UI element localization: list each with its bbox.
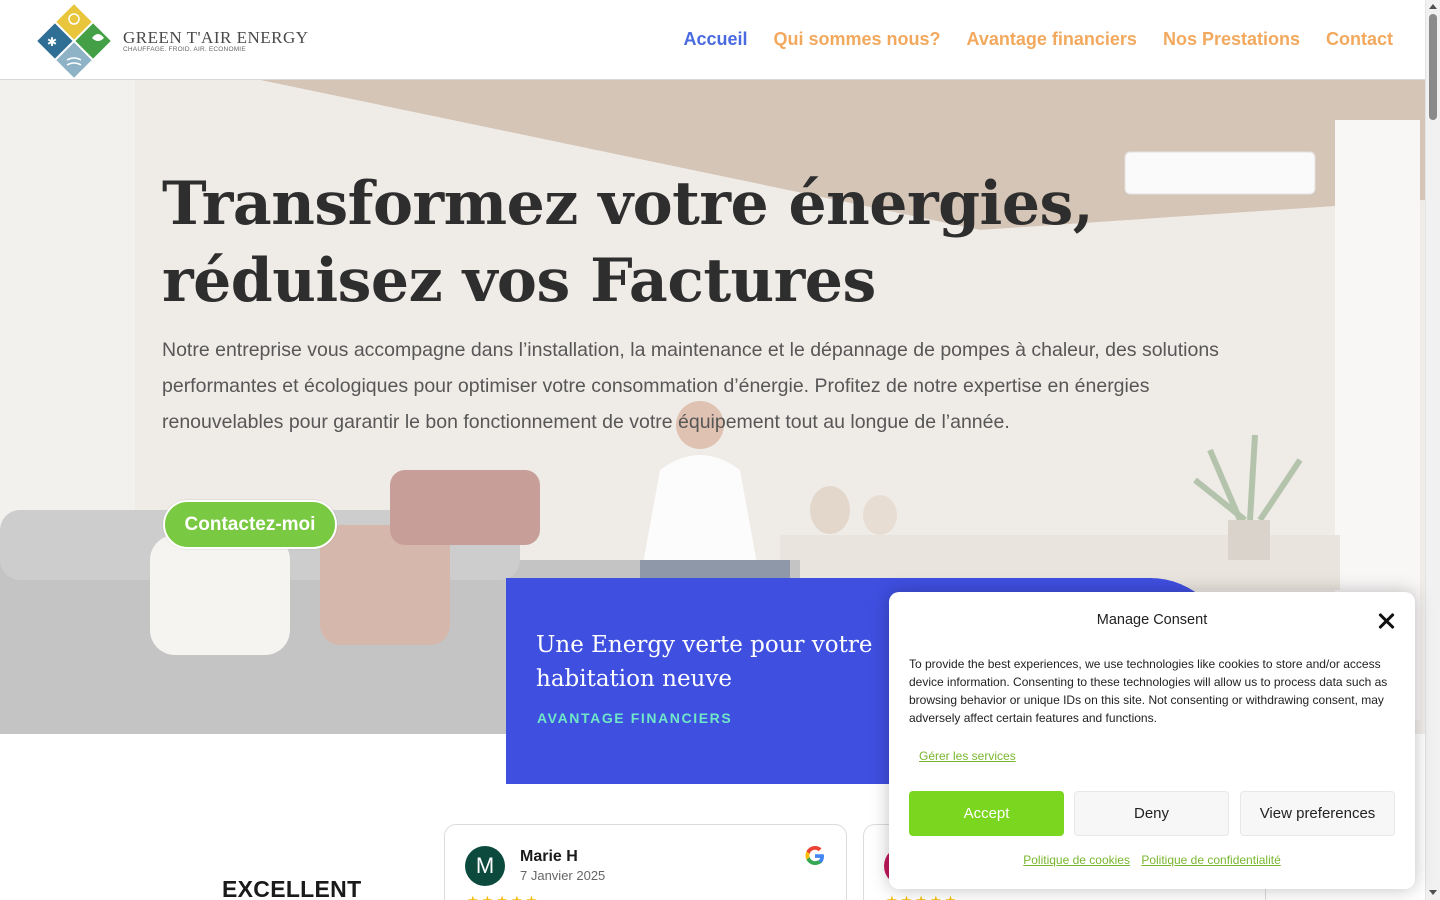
review-card: M Marie H 7 Janvier 2025 ★★★★★	[444, 824, 847, 900]
logo-name: GREEN T'AIR ENERGY	[123, 28, 309, 47]
hero-description: Notre entreprise vous accompagne dans l’…	[162, 339, 1219, 433]
consent-text: To provide the best experiences, we use …	[909, 657, 1388, 725]
page-scrollbar[interactable]	[1425, 0, 1440, 900]
cookie-policy-link[interactable]: Politique de cookies	[1023, 853, 1130, 867]
close-icon[interactable]	[1377, 612, 1395, 630]
review-date: 7 Janvier 2025	[520, 868, 606, 883]
consent-footer-links: Politique de cookies Politique de confid…	[889, 853, 1415, 867]
manage-services-link[interactable]: Gérer les services	[919, 749, 1016, 763]
nav-avantage-financiers[interactable]: Avantage financiers	[967, 29, 1137, 50]
logo-diamond-icon: ✱	[37, 4, 111, 78]
main-nav: Accueil Qui sommes nous? Avantage financ…	[683, 29, 1393, 50]
svg-text:✱: ✱	[47, 35, 57, 49]
scroll-up-icon[interactable]	[1429, 4, 1437, 9]
deny-button[interactable]: Deny	[1074, 791, 1229, 836]
reviewer-name: Marie H	[520, 848, 578, 865]
consent-title: Manage Consent	[1096, 612, 1208, 628]
promo-link-avantage-financiers[interactable]: AVANTAGE FINANCIERS	[537, 710, 732, 726]
contact-button[interactable]: Contactez-moi	[163, 500, 337, 549]
consent-dialog: Manage Consent To provide the best exper…	[889, 592, 1415, 889]
reviews-rating-label: EXCELLENT	[222, 876, 362, 900]
google-icon	[805, 846, 824, 865]
review-stars: ★★★★★	[467, 893, 540, 900]
promo-title: Une Energy verte pour votre habitation n…	[536, 632, 873, 692]
scroll-down-icon[interactable]	[1429, 890, 1437, 895]
nav-contact[interactable]: Contact	[1326, 29, 1393, 50]
privacy-policy-link[interactable]: Politique de confidentialité	[1141, 853, 1280, 867]
logo-tagline: CHAUFFAGE. FROID. AIR. ECONOMIE	[123, 46, 246, 53]
nav-nos-prestations[interactable]: Nos Prestations	[1163, 29, 1300, 50]
accept-button[interactable]: Accept	[909, 791, 1064, 836]
nav-qui-sommes-nous[interactable]: Qui sommes nous?	[774, 29, 941, 50]
scrollbar-thumb[interactable]	[1429, 14, 1437, 120]
site-logo[interactable]: ✱ GREEN T'AIR ENERGY CHAUFFAGE. FROID. A…	[34, 2, 314, 78]
view-preferences-button[interactable]: View preferences	[1240, 791, 1395, 836]
review-stars: ★★★★★	[886, 893, 959, 900]
avatar: M	[465, 846, 505, 886]
nav-accueil[interactable]: Accueil	[683, 29, 747, 50]
site-header: ✱ GREEN T'AIR ENERGY CHAUFFAGE. FROID. A…	[0, 0, 1425, 80]
hero-title: Transformez votre énergies, réduisez vos…	[162, 169, 1094, 316]
